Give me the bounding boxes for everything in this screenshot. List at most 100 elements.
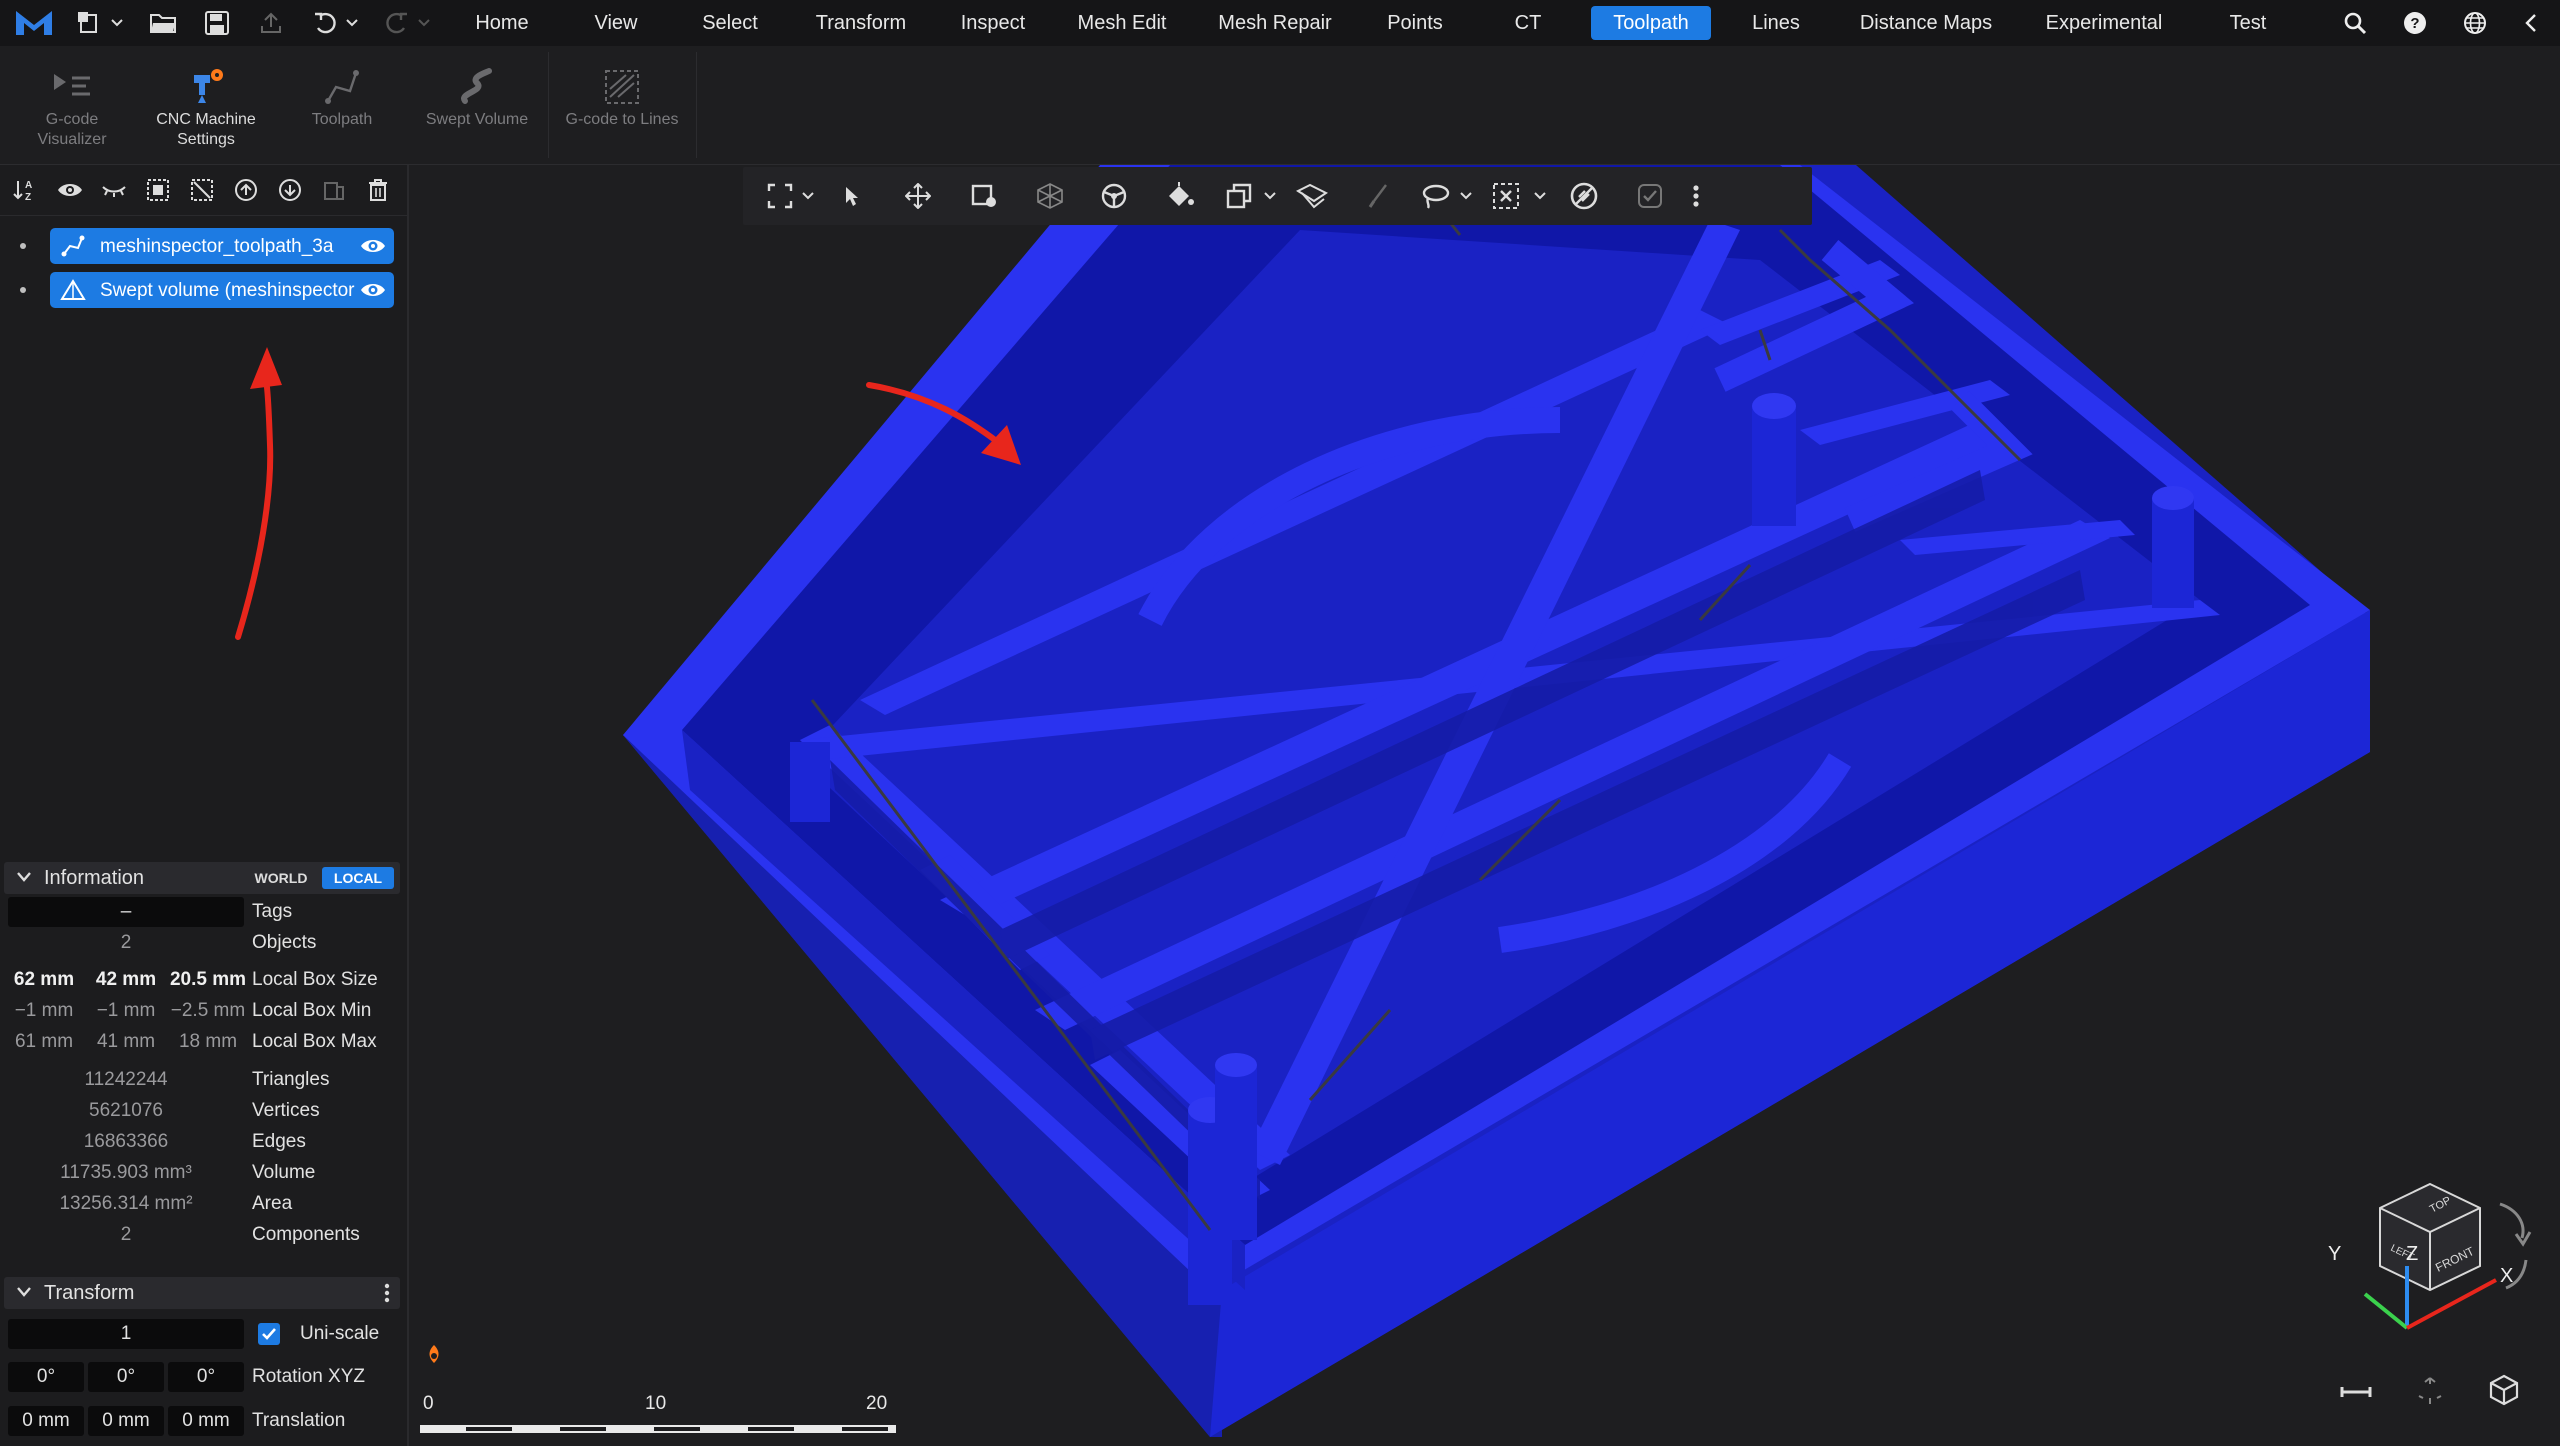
open-folder-icon[interactable] <box>146 0 180 46</box>
chevron-down-icon[interactable] <box>1455 167 1477 225</box>
tags-field[interactable]: – <box>8 897 244 927</box>
menu-lines[interactable]: Lines <box>1730 6 1822 40</box>
notification-icon[interactable] <box>420 1340 448 1368</box>
cnc-machine-settings-icon <box>184 64 228 110</box>
gcode-to-lines-button[interactable]: G-code to Lines <box>552 46 692 164</box>
tree-item[interactable]: Swept volume (meshinspector <box>0 272 407 308</box>
more-vertical-icon[interactable] <box>384 1283 390 1303</box>
sort-az-icon[interactable]: AZ <box>8 173 44 207</box>
no-entry-icon[interactable] <box>1559 167 1609 225</box>
steering-icon[interactable] <box>1089 167 1139 225</box>
chevron-down-icon[interactable] <box>342 0 362 46</box>
info-value: −2.5 mm <box>170 1000 246 1021</box>
menu-toolpath[interactable]: Toolpath <box>1591 6 1711 40</box>
transform-section-header[interactable]: Transform <box>4 1277 400 1309</box>
rotation-y-field[interactable]: 0° <box>88 1362 164 1392</box>
move-down-icon[interactable] <box>272 173 308 207</box>
checkbox-icon[interactable] <box>1625 167 1675 225</box>
tree-item-selected[interactable]: meshinspector_toolpath_3a <box>50 228 394 264</box>
collapse-icon[interactable] <box>2516 0 2546 46</box>
undo-icon[interactable] <box>308 0 342 46</box>
perspective-icon[interactable] <box>2410 1374 2450 1408</box>
menu-inspect[interactable]: Inspect <box>946 6 1040 40</box>
search-icon[interactable] <box>2338 0 2372 46</box>
info-value: 61 mm <box>14 1031 74 1052</box>
fit-view-icon[interactable] <box>763 167 797 225</box>
measure-icon[interactable] <box>2336 1376 2376 1408</box>
app-logo-icon[interactable] <box>12 0 56 46</box>
menu-view[interactable]: View <box>576 6 656 40</box>
scale-field[interactable]: 1 <box>8 1319 244 1349</box>
view-cube-toggle-icon[interactable] <box>2484 1372 2524 1408</box>
new-file-icon[interactable] <box>74 0 104 46</box>
menu-select[interactable]: Select <box>688 6 772 40</box>
box-select-icon[interactable] <box>1481 167 1531 225</box>
more-vertical-icon[interactable] <box>1681 167 1711 225</box>
globe-icon[interactable] <box>2458 0 2492 46</box>
select-region-icon[interactable] <box>959 167 1009 225</box>
move-up-icon[interactable] <box>228 173 264 207</box>
chevron-down-icon[interactable] <box>414 0 434 46</box>
delete-icon[interactable] <box>360 173 396 207</box>
clipping-icon[interactable] <box>1287 167 1337 225</box>
info-value: 62 mm <box>13 969 75 990</box>
menu-points[interactable]: Points <box>1370 6 1460 40</box>
swept-volume-mesh[interactable] <box>409 165 2560 1446</box>
menu-transform[interactable]: Transform <box>802 6 920 40</box>
rotation-z-field[interactable]: 0° <box>168 1362 244 1392</box>
chevron-down-icon[interactable] <box>106 0 128 46</box>
help-icon[interactable]: ? <box>2398 0 2432 46</box>
show-icon[interactable] <box>52 173 88 207</box>
ribbon-divider <box>548 52 549 158</box>
translation-x-field[interactable]: 0 mm <box>8 1406 84 1436</box>
information-section-header[interactable]: Information WORLD LOCAL <box>4 862 400 894</box>
redo-icon[interactable] <box>380 0 414 46</box>
menu-mesh-repair[interactable]: Mesh Repair <box>1206 6 1344 40</box>
3d-viewport[interactable] <box>409 165 2560 1446</box>
cnc-machine-settings-button[interactable]: CNC Machine Settings <box>136 46 276 164</box>
tree-item-selected[interactable]: Swept volume (meshinspector <box>50 272 394 308</box>
menu-test[interactable]: Test <box>2208 6 2288 40</box>
paint-bucket-icon[interactable] <box>1155 167 1205 225</box>
world-toggle[interactable]: WORLD <box>246 867 316 889</box>
uniscale-checkbox[interactable] <box>258 1323 280 1345</box>
brush-icon[interactable] <box>1353 167 1403 225</box>
lasso-icon[interactable] <box>1415 167 1455 225</box>
tree-item[interactable]: meshinspector_toolpath_3a <box>0 228 407 264</box>
translation-y-field[interactable]: 0 mm <box>88 1406 164 1436</box>
visibility-eye-icon[interactable] <box>360 280 386 300</box>
save-icon[interactable] <box>200 0 234 46</box>
chevron-down-icon[interactable] <box>1529 167 1551 225</box>
menu-experimental[interactable]: Experimental <box>2028 6 2180 40</box>
axis-y-label: Y <box>2328 1243 2341 1265</box>
hide-icon[interactable] <box>96 173 132 207</box>
gcode-visualizer-button[interactable]: G-code Visualizer <box>2 46 142 164</box>
info-value: 11735.903 mm³ <box>60 1162 192 1183</box>
swept-volume-button[interactable]: Swept Volume <box>407 46 547 164</box>
menu-mesh-edit[interactable]: Mesh Edit <box>1066 6 1178 40</box>
ribbon-label: Settings <box>177 131 235 148</box>
info-row-objects: 2 Objects <box>0 928 407 958</box>
chevron-down-icon[interactable] <box>797 167 819 225</box>
view-cube[interactable]: TOP FRONT LEFT Z Y X <box>2320 1180 2540 1340</box>
wireframe-icon[interactable] <box>1025 167 1075 225</box>
info-row-components: 2 Components <box>0 1220 407 1250</box>
toolpath-button[interactable]: Toolpath <box>272 46 412 164</box>
menu-ct[interactable]: CT <box>1500 6 1556 40</box>
menu-home[interactable]: Home <box>460 6 544 40</box>
select-cursor-icon[interactable] <box>827 167 877 225</box>
chevron-down-icon[interactable] <box>1259 167 1281 225</box>
move-icon[interactable] <box>893 167 943 225</box>
local-toggle[interactable]: LOCAL <box>322 867 394 889</box>
deselect-icon[interactable] <box>184 173 220 207</box>
visibility-eye-icon[interactable] <box>360 236 386 256</box>
select-all-icon[interactable] <box>140 173 176 207</box>
ruler-bar <box>420 1425 896 1433</box>
rotation-x-field[interactable]: 0° <box>8 1362 84 1392</box>
duplicate-icon[interactable] <box>316 173 352 207</box>
translation-z-field[interactable]: 0 mm <box>168 1406 244 1436</box>
export-icon[interactable] <box>254 0 288 46</box>
ribbon-label: CNC Machine <box>156 111 256 128</box>
menu-distance-maps[interactable]: Distance Maps <box>1844 6 2008 40</box>
copy-icon[interactable] <box>1219 167 1259 225</box>
